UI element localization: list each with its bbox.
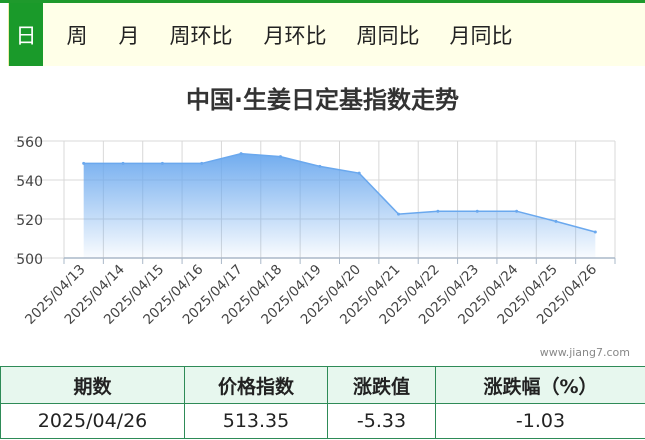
cell-change-value: -5.33 [327,403,436,439]
tab-month[interactable]: 月 [109,3,149,66]
chart-title: 中国·生姜日定基指数走势 [185,86,460,114]
data-point [200,161,204,165]
summary-header-row: 期数 价格指数 涨跌值 涨跌幅（%） [0,366,645,404]
y-tick-label: 520 [16,213,43,229]
header-price-index: 价格指数 [184,366,328,404]
tab-month-on-month[interactable]: 月环比 [255,3,335,66]
data-point [318,164,322,168]
header-change-percent: 涨跌幅（%） [435,366,645,404]
summary-table: 期数 价格指数 涨跌值 涨跌幅（%） 2025/04/26 513.35 -5.… [0,366,645,439]
x-tick-labels: 2025/04/132025/04/142025/04/152025/04/16… [22,262,600,328]
tab-week[interactable]: 周 [57,3,97,66]
tab-week-on-week[interactable]: 周环比 [161,3,241,66]
data-point [160,161,164,165]
data-point [82,161,86,165]
cell-period: 2025/04/26 [0,403,185,439]
data-point [239,152,243,156]
cell-change-percent: -1.03 [435,403,645,439]
y-tick-labels: 500 520 540 560 [16,135,43,268]
cell-price-index: 513.35 [184,403,328,439]
header-period: 期数 [0,366,185,404]
data-point [357,171,361,175]
y-tick-label: 500 [16,252,43,268]
data-point [515,209,519,213]
data-point [475,209,479,213]
data-point [554,219,558,223]
header-change-value: 涨跌值 [327,366,436,404]
source-watermark: www.jiang7.com [539,346,630,359]
summary-data-row: 2025/04/26 513.35 -5.33 -1.03 [0,403,645,439]
data-point [436,209,440,213]
data-point [121,161,125,165]
data-point [278,155,282,159]
data-point [397,212,401,216]
axes [63,257,616,264]
y-tick-label: 540 [16,174,43,190]
data-point [593,230,597,234]
tab-day[interactable]: 日 [9,3,43,66]
period-tab-bar: 日 周 月 周环比 月环比 周同比 月同比 [8,3,645,66]
tab-week-year-on-year[interactable]: 周同比 [348,3,428,66]
tab-month-year-on-year[interactable]: 月同比 [441,3,521,66]
y-tick-label: 560 [16,135,43,151]
index-area-chart: 500 520 540 560 2025/04/132025/04/142025/04… [14,135,616,328]
